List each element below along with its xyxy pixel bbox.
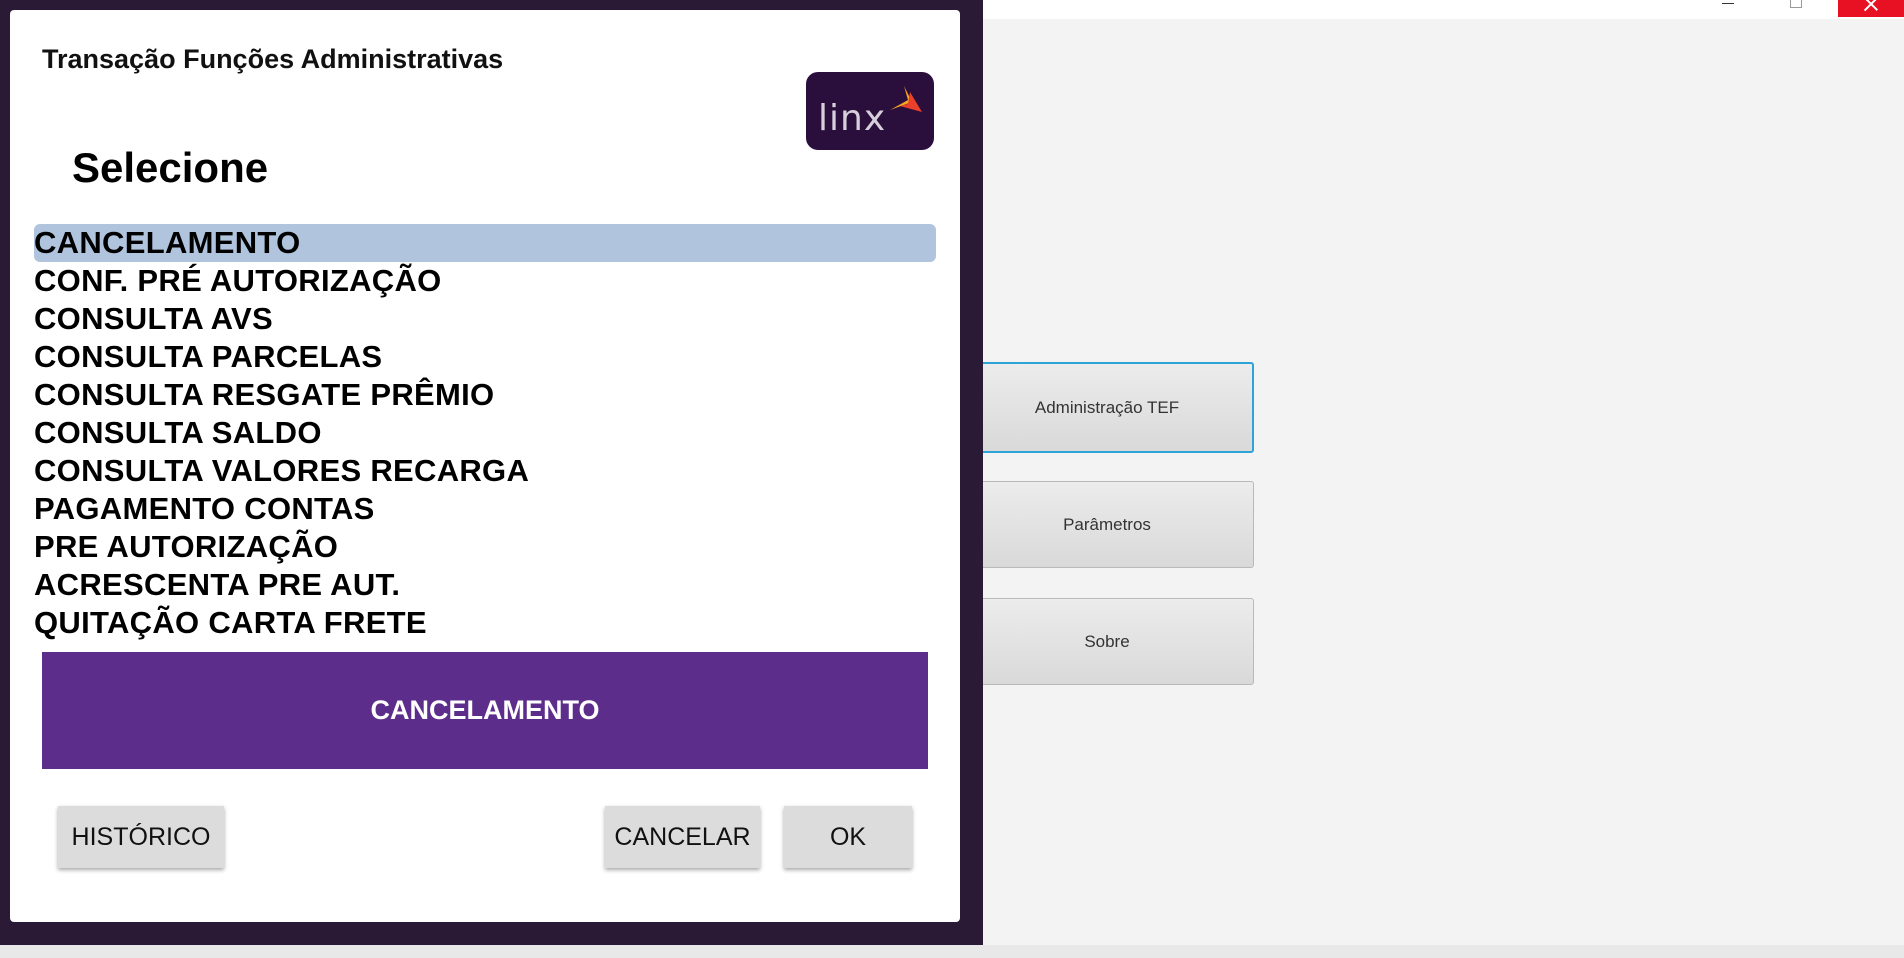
sobre-label: Sobre xyxy=(1084,631,1130,651)
administracao-tef-label: Administração TEF xyxy=(1034,397,1180,417)
list-item-pre-autorizacao[interactable]: PRE AUTORIZAÇÃO xyxy=(34,528,936,566)
admin-functions-dialog: Transação Funções Administrativas linx S… xyxy=(10,10,960,922)
list-item-consulta-parcelas[interactable]: CONSULTA PARCELAS xyxy=(34,338,936,376)
select-heading: Selecione xyxy=(72,144,269,191)
parametros-label: Parâmetros xyxy=(1063,514,1151,534)
minimize-icon xyxy=(1722,3,1734,4)
selected-function-display: CANCELAMENTO xyxy=(42,652,928,769)
list-item-consulta-saldo[interactable]: CONSULTA SALDO xyxy=(34,414,936,452)
cancel-button[interactable]: CANCELAR xyxy=(605,806,760,868)
list-item-acrescenta-pre-aut[interactable]: ACRESCENTA PRE AUT. xyxy=(34,566,936,604)
window-titlebar xyxy=(983,0,1904,19)
linx-logo-icon xyxy=(890,86,922,112)
list-item-quitacao-carta-frete[interactable]: QUITAÇÃO CARTA FRETE xyxy=(34,604,936,642)
dialog-frame: Transação Funções Administrativas linx S… xyxy=(0,0,983,945)
close-icon xyxy=(1864,0,1878,11)
close-window-button[interactable] xyxy=(1838,0,1904,17)
sobre-button[interactable]: Sobre xyxy=(960,598,1254,685)
list-item-consulta-resgate-premio[interactable]: CONSULTA RESGATE PRÊMIO xyxy=(34,376,936,414)
history-button[interactable]: HISTÓRICO xyxy=(58,806,224,868)
bottom-strip xyxy=(0,945,1904,958)
parametros-button[interactable]: Parâmetros xyxy=(960,481,1254,568)
function-list[interactable]: CANCELAMENTO CONF. PRÉ AUTORIZAÇÃO CONSU… xyxy=(34,224,936,658)
maximize-button[interactable] xyxy=(1768,0,1824,17)
minimize-button[interactable] xyxy=(1700,0,1756,17)
administracao-tef-button[interactable]: Administração TEF xyxy=(960,362,1254,453)
selected-function-label: CANCELAMENTO xyxy=(370,695,600,725)
dialog-title: Transação Funções Administrativas xyxy=(42,44,504,74)
logo-text: linx xyxy=(818,98,887,139)
linx-logo: linx xyxy=(806,72,934,150)
list-item-pagamento-contas[interactable]: PAGAMENTO CONTAS xyxy=(34,490,936,528)
list-item-cancelamento[interactable]: CANCELAMENTO xyxy=(34,224,936,262)
list-item-conf-pre-autorizacao[interactable]: CONF. PRÉ AUTORIZAÇÃO xyxy=(34,262,936,300)
list-item-consulta-valores-recarga[interactable]: CONSULTA VALORES RECARGA xyxy=(34,452,936,490)
maximize-icon xyxy=(1790,0,1802,8)
list-item-consulta-avs[interactable]: CONSULTA AVS xyxy=(34,300,936,338)
ok-button[interactable]: OK xyxy=(784,806,912,868)
